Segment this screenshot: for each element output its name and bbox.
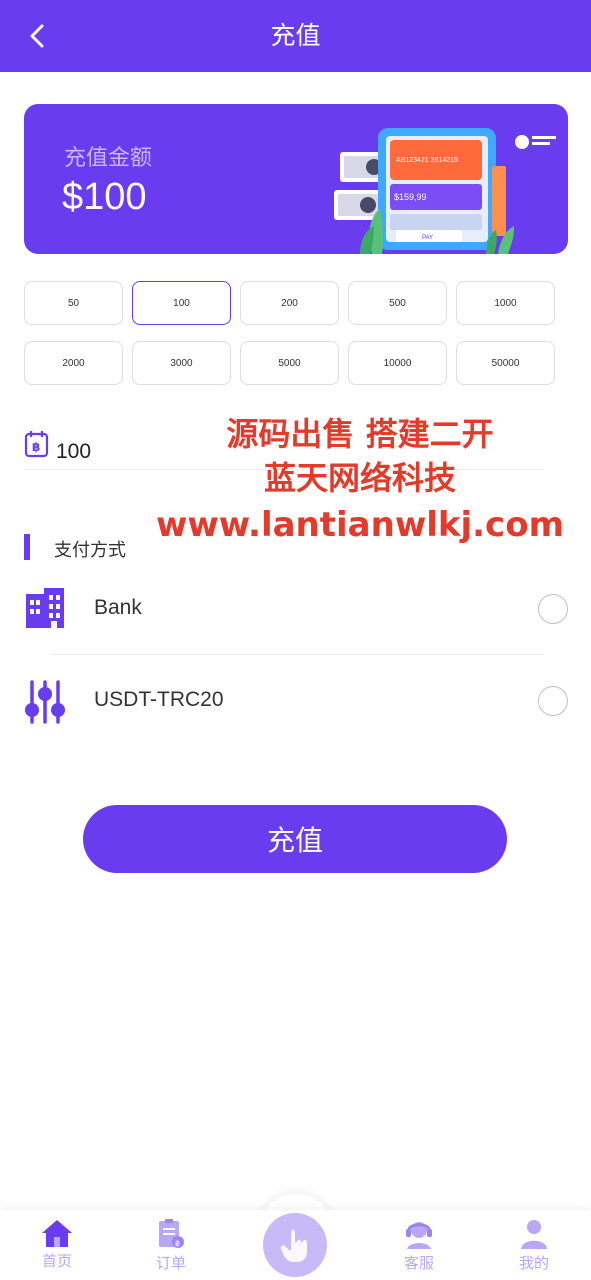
customer-service-icon bbox=[406, 1222, 432, 1249]
amount-option-50[interactable]: 50 bbox=[24, 281, 123, 325]
home-icon bbox=[42, 1220, 72, 1247]
section-title: 支付方式 bbox=[54, 540, 126, 561]
art-price: $159,99 bbox=[394, 192, 427, 202]
tab-label: 首页 bbox=[41, 1252, 72, 1270]
amount-option-100[interactable]: 100 bbox=[132, 281, 231, 325]
tab-profile[interactable]: 我的 bbox=[494, 1218, 574, 1278]
amount-option-3000[interactable]: 3000 bbox=[132, 341, 231, 385]
tab-home[interactable]: 首页 bbox=[17, 1218, 97, 1278]
top-bar: 充值 bbox=[0, 0, 591, 72]
recharge-banner: 充值金额 $100 AB123421 3514215 $159,99 PAY bbox=[24, 104, 568, 254]
tab-orders[interactable]: ฿ 订单 bbox=[131, 1218, 211, 1278]
amount-option-50000[interactable]: 50000 bbox=[456, 341, 555, 385]
recharge-submit-button[interactable]: 充值 bbox=[83, 805, 507, 873]
watermark: 源码出售 搭建二开 蓝天网络科技 www.lantianwlkj.com bbox=[150, 412, 570, 550]
payment-method-label: Bank bbox=[94, 596, 142, 619]
art-card-number: AB123421 3514215 bbox=[396, 157, 458, 164]
hand-tap-icon bbox=[280, 1229, 307, 1262]
payment-method-usdt[interactable]: USDT-TRC20 bbox=[24, 670, 568, 730]
sliders-icon bbox=[25, 680, 65, 724]
divider bbox=[50, 654, 544, 655]
watermark-line1: 源码出售 搭建二开 bbox=[226, 415, 494, 453]
watermark-line2: 蓝天网络科技 bbox=[263, 459, 456, 497]
watermark-line3: www.lantianwlkj.com bbox=[155, 505, 565, 545]
page-title: 充值 bbox=[270, 21, 321, 50]
amount-input[interactable]: 100 bbox=[56, 440, 91, 464]
payment-radio-bank[interactable] bbox=[538, 594, 568, 624]
payment-method-bank[interactable]: Bank bbox=[24, 578, 568, 638]
payment-method-label: USDT-TRC20 bbox=[94, 688, 224, 711]
payment-illustration-icon: AB123421 3514215 $159,99 PAY bbox=[334, 128, 556, 254]
amount-option-10000[interactable]: 10000 bbox=[348, 341, 447, 385]
tab-center-action[interactable] bbox=[263, 1213, 327, 1277]
banner-label: 充值金额 bbox=[64, 146, 153, 171]
amount-option-2000[interactable]: 2000 bbox=[24, 341, 123, 385]
tab-customer-service[interactable]: 客服 bbox=[379, 1218, 459, 1278]
orders-icon: ฿ bbox=[159, 1219, 184, 1248]
tab-label: 客服 bbox=[403, 1254, 434, 1272]
amount-option-200[interactable]: 200 bbox=[240, 281, 339, 325]
tab-label: 订单 bbox=[155, 1254, 186, 1272]
svg-text:฿: ฿ bbox=[175, 1239, 180, 1248]
payment-radio-usdt[interactable] bbox=[538, 686, 568, 716]
svg-text:฿: ฿ bbox=[32, 440, 40, 454]
bank-building-icon bbox=[26, 588, 64, 628]
baht-calendar-icon: ฿ bbox=[24, 431, 49, 458]
user-icon bbox=[521, 1220, 547, 1249]
section-accent-bar bbox=[24, 534, 30, 560]
amount-option-500[interactable]: 500 bbox=[348, 281, 447, 325]
banner-amount: $100 bbox=[62, 176, 147, 218]
amount-option-5000[interactable]: 5000 bbox=[240, 341, 339, 385]
amount-option-1000[interactable]: 1000 bbox=[456, 281, 555, 325]
art-pay: PAY bbox=[422, 235, 433, 241]
tab-label: 我的 bbox=[518, 1254, 549, 1272]
